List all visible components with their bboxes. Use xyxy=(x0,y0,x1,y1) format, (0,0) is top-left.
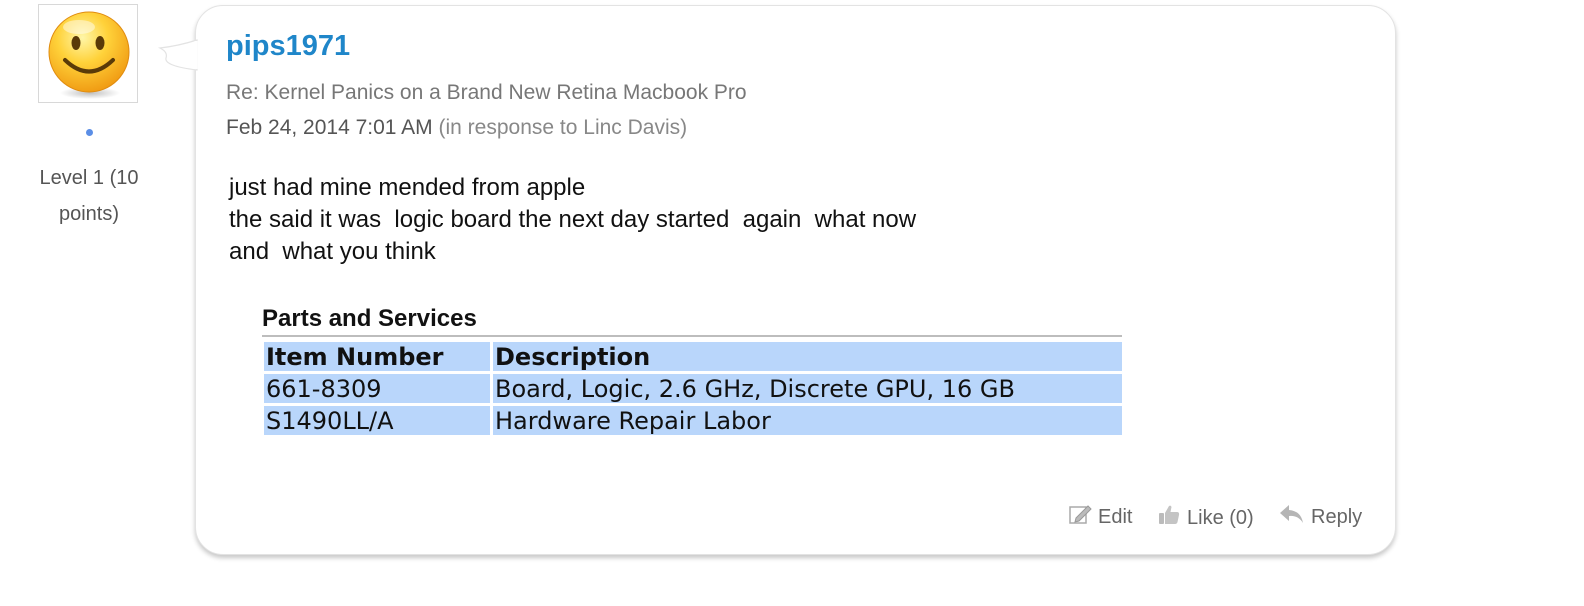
bubble-tail xyxy=(157,39,198,71)
post-body: just had mine mended from apple the said… xyxy=(229,174,917,265)
table-cell-item-number: 661-8309 xyxy=(264,374,490,403)
paren-close: ) xyxy=(680,116,688,139)
post-meta: Feb 24, 2014 7:01 AM (in response to Lin… xyxy=(226,116,687,140)
post-date: Feb 24, 2014 7:01 AM xyxy=(226,116,433,139)
table-row: S1490LL/A Hardware Repair Labor xyxy=(264,406,1122,435)
table-row: 661-8309 Board, Logic, 2.6 GHz, Discrete… xyxy=(264,374,1122,403)
paren-open: ( xyxy=(438,116,446,139)
column-header-item-number: Item Number xyxy=(264,342,490,371)
edit-pencil-icon xyxy=(1068,503,1092,531)
avatar[interactable] xyxy=(38,4,138,103)
post-subject: Re: Kernel Panics on a Brand New Retina … xyxy=(226,81,747,104)
thumbs-up-icon xyxy=(1157,503,1181,533)
like-label: Like (0) xyxy=(1187,506,1254,529)
like-button[interactable]: Like (0) xyxy=(1157,503,1254,533)
table-cell-description: Hardware Repair Labor xyxy=(493,406,1122,435)
discussion-post: Level 1 (10 points) pips1971 Re: Kernel … xyxy=(0,0,1584,606)
parts-title: Parts and Services xyxy=(262,303,1122,337)
parts-table: Item Number Description 661-8309 Board, … xyxy=(261,339,1125,438)
column-header-description: Description xyxy=(493,342,1122,371)
reply-button[interactable]: Reply xyxy=(1279,503,1362,531)
parts-and-services-table: Parts and Services Item Number Descripti… xyxy=(262,303,1122,438)
online-status-dot xyxy=(86,129,93,136)
reply-label: Reply xyxy=(1311,505,1363,528)
author-name-link[interactable]: pips1971 xyxy=(226,30,350,63)
edit-button[interactable]: Edit xyxy=(1068,503,1132,531)
in-response-to-link[interactable]: Linc Davis xyxy=(583,116,680,139)
in-response-label: in response to xyxy=(445,116,578,139)
author-level: Level 1 (10 points) xyxy=(39,167,139,225)
smiley-face-icon xyxy=(48,11,130,99)
table-cell-item-number: S1490LL/A xyxy=(264,406,490,435)
table-cell-description: Board, Logic, 2.6 GHz, Discrete GPU, 16 … xyxy=(493,374,1122,403)
table-header-row: Item Number Description xyxy=(264,342,1122,371)
reply-arrow-icon xyxy=(1279,503,1305,531)
edit-label: Edit xyxy=(1098,505,1133,528)
